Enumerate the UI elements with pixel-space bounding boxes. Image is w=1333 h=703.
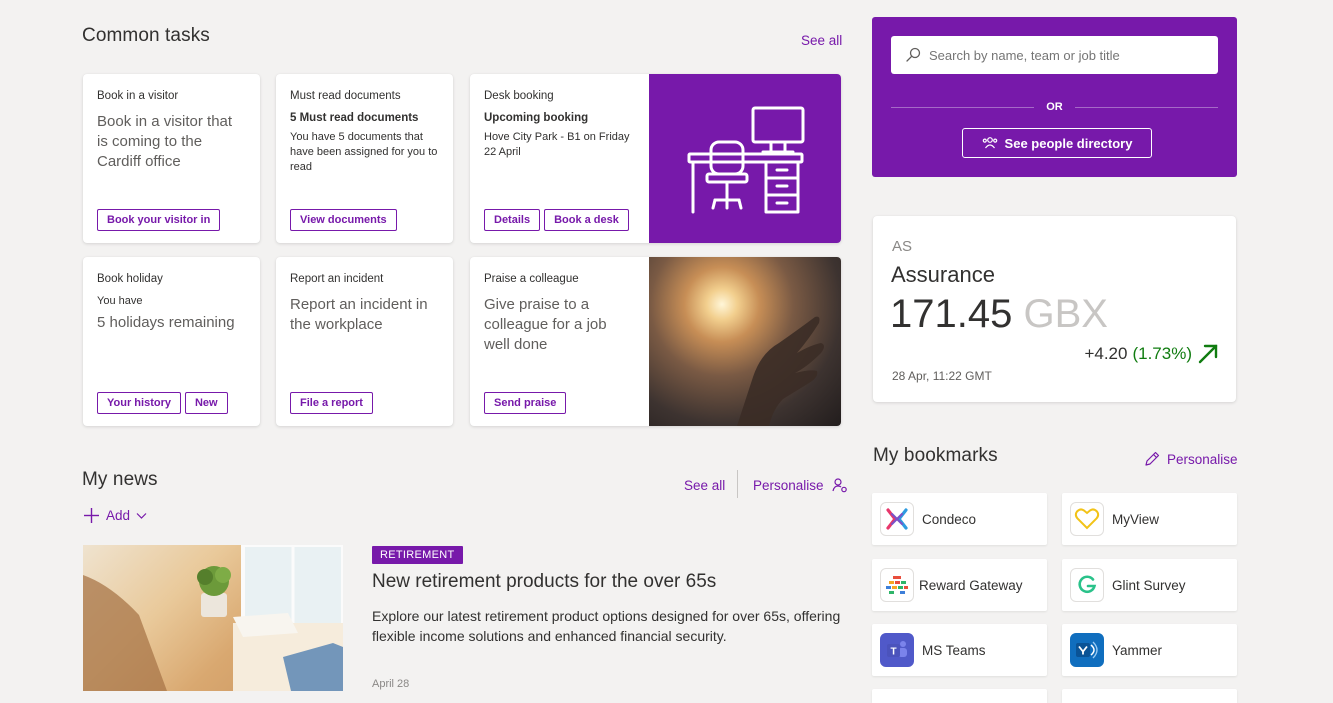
people-icon	[982, 137, 997, 149]
bookmark-glint-survey[interactable]: Glint Survey	[1062, 559, 1237, 611]
news-article-headline[interactable]: New retirement products for the over 65s	[372, 571, 716, 593]
search-icon	[906, 47, 921, 62]
book-visitor-button[interactable]: Book your visitor in	[97, 209, 221, 231]
news-personalise-label: Personalise	[753, 477, 824, 493]
bookmark-myview[interactable]: MyView	[1062, 493, 1237, 545]
plus-icon	[84, 508, 99, 523]
bookmarks-personalise-label: Personalise	[1167, 451, 1238, 467]
my-news-title: My news	[82, 469, 158, 490]
chevron-down-icon	[136, 512, 147, 519]
condeco-icon	[880, 502, 914, 536]
stock-change-pct: (1.73%)	[1132, 344, 1192, 363]
task-card-report-incident: Report an incident Report an incident in…	[276, 257, 453, 426]
task-card-text: Report an incident in the workplace	[290, 296, 428, 333]
news-article-date: April 28	[372, 678, 410, 690]
task-card-text: You have 5 documents that have been assi…	[290, 131, 438, 173]
holiday-history-button[interactable]: Your history	[97, 392, 181, 414]
living-room-image	[83, 545, 343, 691]
task-card-heading: Upcoming booking	[484, 112, 589, 124]
task-card-eyebrow: Desk booking	[484, 90, 554, 102]
bookmark-reward-gateway[interactable]: Reward Gateway	[872, 559, 1047, 611]
stock-name: Assurance	[891, 262, 995, 287]
arrow-up-right-icon	[1198, 344, 1218, 364]
people-search-input[interactable]	[929, 47, 1209, 63]
bookmark-label: Condeco	[922, 511, 977, 527]
news-article-image[interactable]	[83, 545, 343, 691]
task-card-text: Give praise to a colleague for a job wel…	[484, 296, 607, 353]
teams-icon: T	[880, 633, 914, 667]
bookmark-condeco[interactable]: Condeco	[872, 493, 1047, 545]
bookmark-label: MyView	[1112, 511, 1160, 527]
task-card-eyebrow: Book holiday	[97, 273, 163, 285]
send-praise-button[interactable]: Send praise	[484, 392, 567, 414]
task-card-book-visitor: Book in a visitor Book in a visitor that…	[83, 74, 260, 243]
file-report-button[interactable]: File a report	[290, 392, 373, 414]
stock-ticker: AS	[892, 238, 913, 255]
bookmark-label: Glint Survey	[1112, 577, 1186, 593]
task-card-praise: Praise a colleague Give praise to a coll…	[470, 257, 841, 426]
task-card-eyebrow: Report an incident	[290, 273, 384, 285]
book-desk-button[interactable]: Book a desk	[544, 209, 629, 231]
task-card-eyebrow: Praise a colleague	[484, 273, 579, 285]
pencil-icon	[1145, 451, 1160, 466]
task-card-text: Hove City Park - B1 on Friday 22 April	[484, 131, 630, 158]
stock-change: +4.20	[1084, 344, 1128, 363]
people-search-box[interactable]	[891, 36, 1218, 74]
news-see-all-link[interactable]: See all	[684, 478, 725, 493]
view-documents-button[interactable]: View documents	[290, 209, 397, 231]
bookmark-yammer[interactable]: Yammer	[1062, 624, 1237, 676]
my-bookmarks-title: My bookmarks	[873, 445, 998, 466]
bookmark-label: Yammer	[1112, 642, 1163, 658]
stock-currency: GBX	[1023, 292, 1108, 336]
bookmark-partial-tile[interactable]	[872, 689, 1047, 703]
raised-hand-image	[737, 316, 824, 426]
see-people-directory-button[interactable]: See people directory	[962, 128, 1152, 158]
new-holiday-button[interactable]: New	[184, 392, 228, 414]
glint-icon	[1070, 568, 1104, 602]
people-search-panel: OR See people directory	[872, 17, 1237, 177]
stock-card: AS Assurance 171.45 GBX +4.20 (1.73%) 28…	[873, 216, 1236, 402]
common-tasks-title: Common tasks	[82, 25, 210, 46]
heart-icon	[1070, 502, 1104, 536]
stock-price-row: 171.45 GBX	[890, 292, 1108, 337]
or-label: OR	[1046, 101, 1063, 113]
bookmark-partial-tile[interactable]	[1062, 689, 1237, 703]
see-people-directory-label: See people directory	[1004, 135, 1133, 151]
task-card-must-read: Must read documents 5 Must read document…	[276, 74, 453, 243]
reward-gateway-icon	[880, 568, 914, 602]
desk-icon	[687, 106, 805, 214]
person-settings-icon	[831, 478, 847, 493]
task-card-desk-booking: Desk booking Upcoming booking Hove City …	[470, 74, 841, 243]
news-header-divider	[737, 470, 738, 498]
bookmark-label: MS Teams	[922, 642, 986, 658]
news-add-label: Add	[106, 508, 131, 523]
svg-text:T: T	[890, 647, 896, 658]
news-article-summary: Explore our latest retirement product op…	[372, 608, 841, 644]
task-card-sub: You have	[97, 295, 143, 307]
stock-timestamp: 28 Apr, 11:22 GMT	[892, 369, 992, 383]
task-card-text: 5 holidays remaining	[97, 314, 235, 331]
praise-photo	[649, 257, 841, 426]
common-tasks-see-all-link[interactable]: See all	[801, 33, 842, 48]
bookmark-label: Reward Gateway	[919, 577, 1023, 593]
stock-price: 171.45	[890, 292, 1013, 336]
bookmark-ms-teams[interactable]: T MS Teams	[872, 624, 1047, 676]
desk-details-button[interactable]: Details	[484, 209, 541, 231]
bookmarks-personalise-link[interactable]: Personalise	[1144, 451, 1238, 467]
or-divider: OR	[891, 101, 1218, 113]
news-category-tag: RETIREMENT	[372, 546, 463, 564]
task-card-eyebrow: Must read documents	[290, 90, 401, 102]
task-card-text: Book in a visitor that is coming to the …	[97, 113, 233, 170]
news-personalise-link[interactable]: Personalise	[753, 477, 848, 493]
stock-change-row: +4.20 (1.73%)	[1084, 343, 1219, 365]
news-add-button[interactable]: Add	[83, 507, 147, 524]
task-card-book-holiday: Book holiday You have 5 holidays remaini…	[83, 257, 260, 426]
task-card-eyebrow: Book in a visitor	[97, 90, 179, 102]
desk-illustration-panel	[649, 74, 841, 243]
yammer-icon	[1070, 633, 1104, 667]
task-card-heading: 5 Must read documents	[290, 112, 419, 124]
